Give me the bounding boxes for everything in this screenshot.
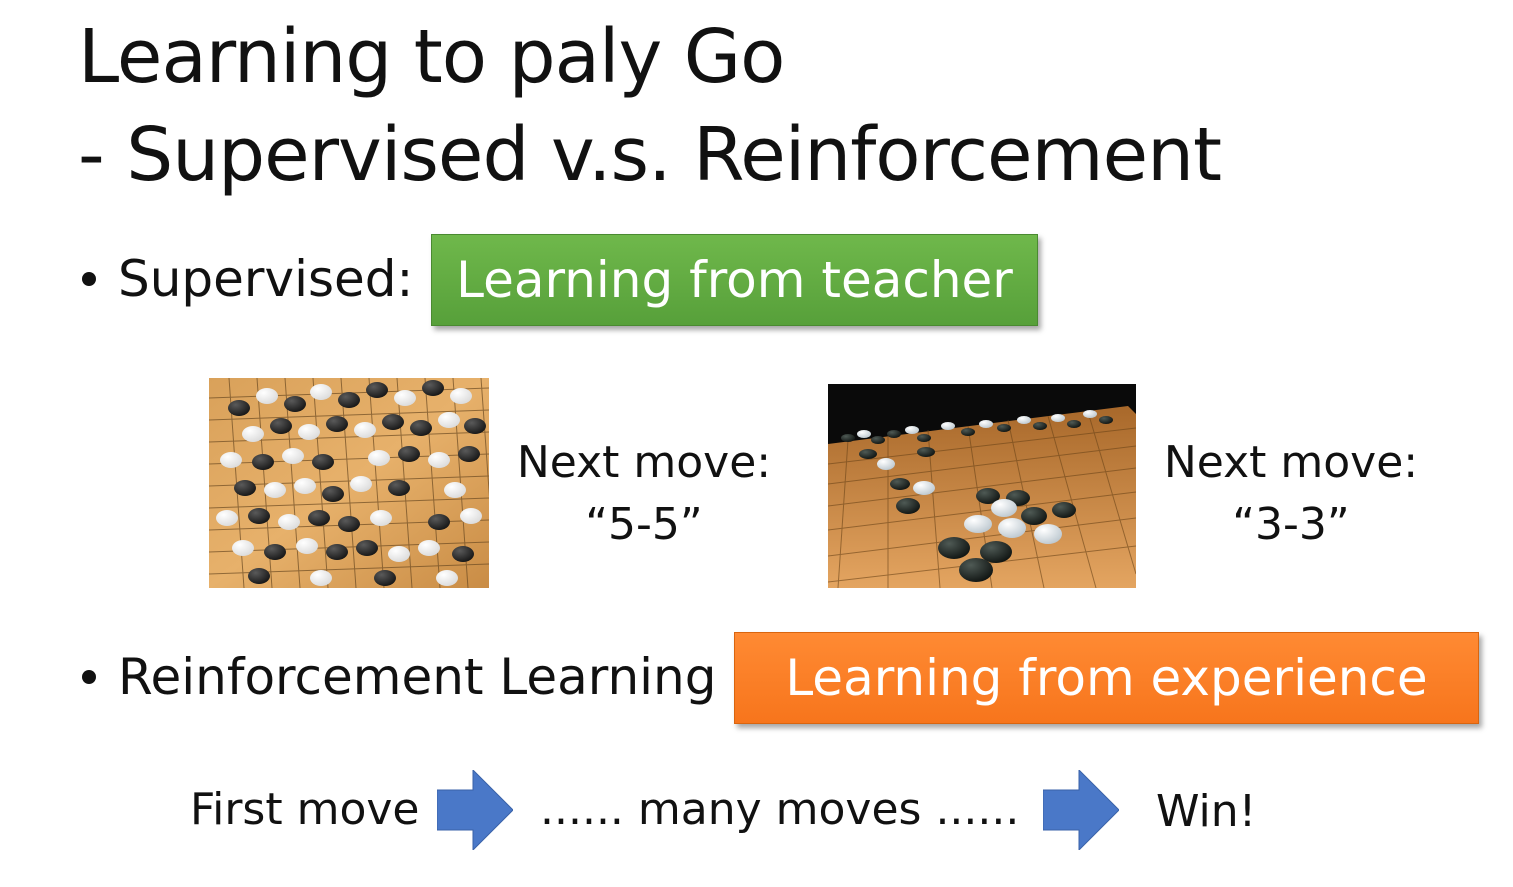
go-board-image	[209, 378, 489, 588]
go-board-photo-2	[828, 384, 1136, 588]
next-move-value: “3-3”	[1232, 499, 1350, 550]
flow-win: Win!	[1156, 786, 1257, 837]
flow-first-move: First move	[190, 784, 420, 835]
supervised-tag: Learning from teacher	[431, 234, 1038, 326]
next-move-caption-1: Next move: “5-5”	[509, 432, 779, 556]
supervised-tag-text: Learning from teacher	[456, 251, 1013, 309]
supervised-label: Supervised:	[118, 250, 414, 308]
right-arrow-icon	[436, 768, 514, 852]
bullet-dot	[82, 272, 96, 286]
flow-many-moves: ...... many moves ......	[540, 784, 1020, 835]
go-board-image	[828, 384, 1136, 588]
next-move-caption-2: Next move: “3-3”	[1156, 432, 1426, 556]
reinforcement-tag: Learning from experience	[734, 632, 1479, 724]
go-board-photo-1	[209, 378, 489, 588]
slide-title-line1: Learning to paly Go	[78, 14, 785, 100]
next-move-label: Next move:	[516, 437, 772, 488]
next-move-value: “5-5”	[585, 499, 703, 550]
next-move-label: Next move:	[1163, 437, 1419, 488]
slide-title-line2: - Supervised v.s. Reinforcement	[78, 112, 1222, 198]
reinforcement-tag-text: Learning from experience	[785, 649, 1428, 707]
reinforcement-label: Reinforcement Learning	[118, 648, 717, 706]
bullet-dot	[82, 670, 96, 684]
right-arrow-icon	[1042, 768, 1120, 852]
